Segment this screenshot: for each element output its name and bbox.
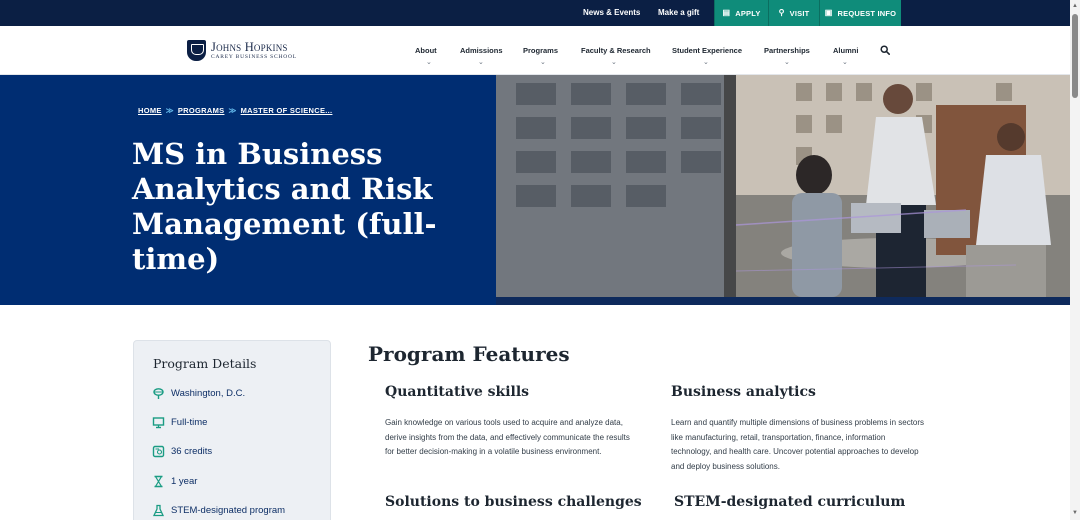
make-gift-link[interactable]: Make a gift	[658, 0, 699, 26]
scroll-down-arrow-icon[interactable]: ▼	[1072, 510, 1078, 516]
logo-name: Johns Hopkins	[211, 40, 288, 54]
news-events-link[interactable]: News & Events	[583, 0, 640, 26]
map-pin-icon: ⚲	[778, 8, 785, 17]
chevron-down-icon: ⌄	[703, 59, 709, 66]
hero-photo	[496, 75, 1070, 297]
detail-credits-label: 36 credits	[171, 445, 213, 457]
program-features-heading: Program Features	[368, 342, 570, 366]
hourglass-icon	[154, 475, 163, 487]
location-pin-icon	[153, 387, 164, 399]
chevron-down-icon: ⌄	[426, 59, 432, 66]
monitor-icon	[152, 416, 165, 428]
hero-image-bottom-band	[496, 297, 1070, 305]
program-details-title: Program Details	[153, 356, 257, 371]
document-icon: ▤	[722, 8, 731, 17]
program-details-card: Program Details Washington, D.C. Full-ti…	[133, 340, 331, 520]
detail-location: Washington, D.C.	[152, 385, 245, 401]
breadcrumb-current[interactable]: MASTER OF SCIENCE...	[241, 106, 333, 115]
jhu-carey-logo[interactable]: Johns Hopkins CAREY BUSINESS SCHOOL	[187, 40, 302, 62]
feature-business-analytics-text: Learn and quantify multiple dimensions o…	[671, 418, 925, 471]
breadcrumb-separator: ≫	[228, 106, 237, 115]
chevron-down-icon: ⌄	[478, 59, 484, 66]
detail-duration-label: 1 year	[171, 475, 198, 487]
search-icon[interactable]	[880, 45, 890, 55]
logo-subtitle: CAREY BUSINESS SCHOOL	[211, 54, 297, 60]
detail-format: Full-time	[152, 414, 207, 430]
feature-quantitative-skills-heading: Quantitative skills	[385, 384, 530, 400]
detail-format-label: Full-time	[171, 416, 208, 428]
visit-button[interactable]: ⚲ VISIT	[768, 0, 819, 26]
feature-business-challenges-heading: Solutions to business challenges	[385, 494, 642, 510]
detail-location-label: Washington, D.C.	[171, 387, 246, 399]
nav-item-partnerships[interactable]: Partnerships	[764, 46, 810, 55]
nav-item-faculty-research[interactable]: Faculty & Research	[581, 46, 651, 55]
feature-stem-curriculum-heading: STEM-designated curriculum	[674, 494, 906, 510]
breadcrumb: HOME ≫ PROGRAMS ≫ MASTER OF SCIENCE...	[138, 106, 332, 115]
request-info-label: REQUEST INFO	[837, 8, 897, 18]
request-info-button[interactable]: ▣ REQUEST INFO	[819, 0, 901, 26]
scrollbar-thumb[interactable]	[1072, 14, 1078, 98]
nav-item-alumni[interactable]: Alumni	[833, 46, 858, 55]
feature-quantitative-skills-text: Gain knowledge on various tools used to …	[385, 418, 630, 457]
detail-stem-label: STEM-designated program	[171, 504, 286, 516]
nav-item-programs[interactable]: Programs	[523, 46, 558, 55]
breadcrumb-home[interactable]: HOME	[138, 106, 162, 115]
nav-item-about[interactable]: About	[415, 46, 437, 55]
hero-banner: HOME ≫ PROGRAMS ≫ MASTER OF SCIENCE... MS in…	[0, 75, 1070, 305]
breadcrumb-separator: ≫	[165, 106, 174, 115]
form-icon: ▣	[824, 8, 833, 17]
chevron-down-icon: ⌄	[611, 59, 617, 66]
detail-credits: 36 credits	[152, 443, 212, 459]
detail-stem: STEM-designated program	[152, 502, 285, 518]
breadcrumb-programs[interactable]: PROGRAMS	[178, 106, 225, 115]
nav-item-student-experience[interactable]: Student Experience	[672, 46, 742, 55]
chevron-down-icon: ⌄	[842, 59, 848, 66]
chevron-down-icon: ⌄	[784, 59, 790, 66]
university-shield-icon	[187, 40, 206, 61]
page-title: MS in Business Analytics and Risk Manage…	[132, 137, 437, 276]
apply-label: APPLY	[735, 8, 761, 18]
main-nav: Johns Hopkins CAREY BUSINESS SCHOOL Abou…	[0, 26, 1070, 75]
feature-business-analytics-heading: Business analytics	[671, 384, 816, 400]
visit-label: VISIT	[789, 8, 810, 18]
detail-duration: 1 year	[152, 473, 197, 489]
certificate-icon	[152, 445, 165, 457]
utility-bar: News & Events Make a gift ▤ APPLY ⚲ VISI…	[0, 0, 1070, 26]
chevron-down-icon: ⌄	[540, 59, 546, 66]
flask-icon	[152, 504, 165, 516]
scroll-up-arrow-icon[interactable]: ▲	[1072, 3, 1078, 9]
apply-button[interactable]: ▤ APPLY	[714, 0, 768, 26]
nav-item-admissions[interactable]: Admissions	[460, 46, 503, 55]
